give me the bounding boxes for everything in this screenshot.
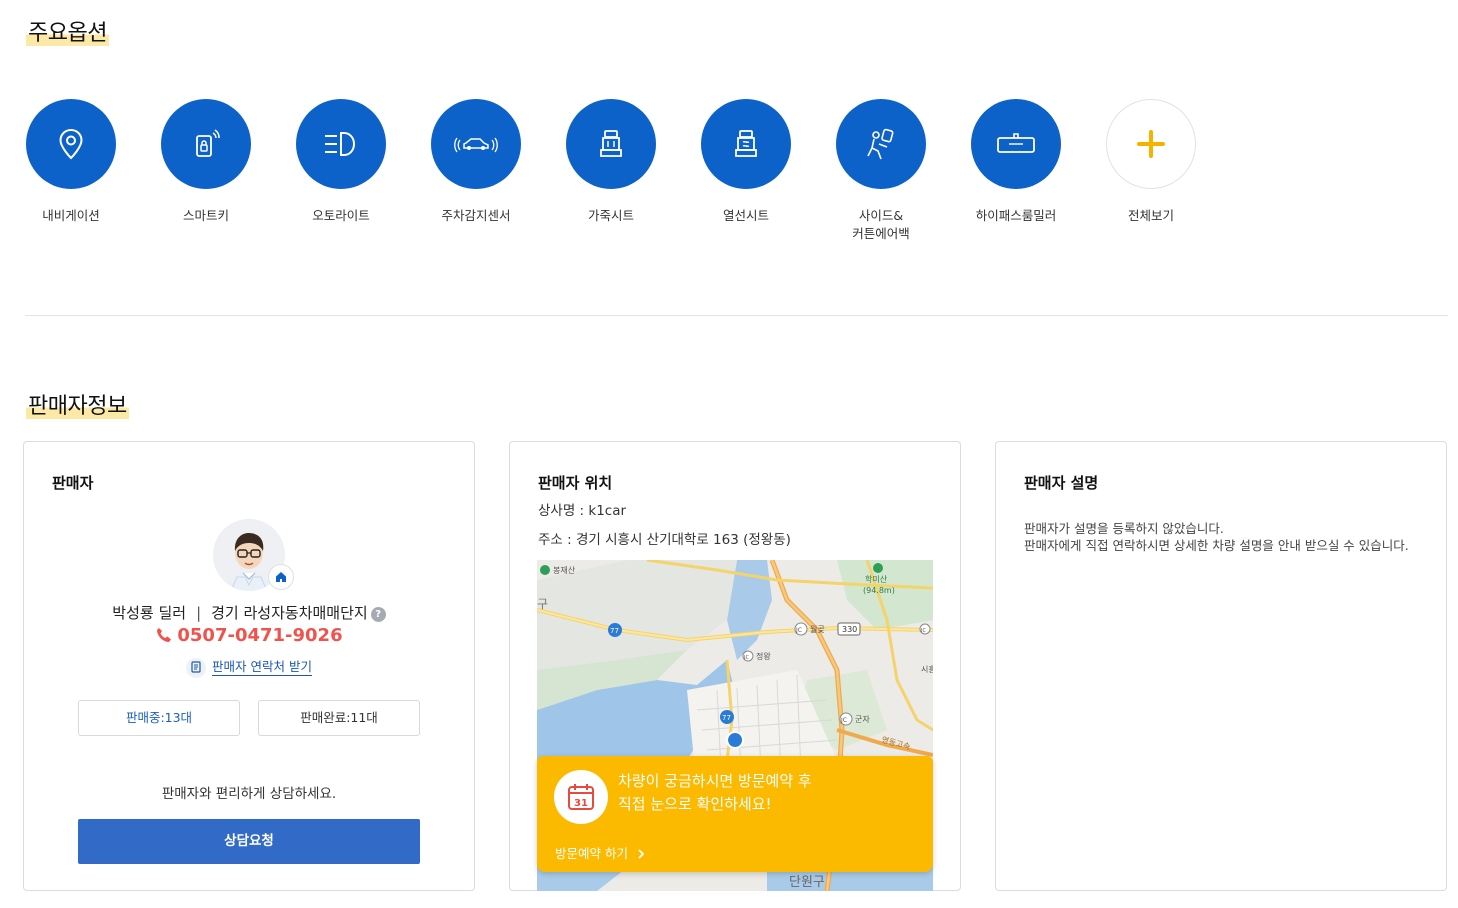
- consult-text: 판매자와 편리하게 상담하세요.: [161, 786, 337, 802]
- option-hipass-mirror[interactable]: 하이패스룸밀러: [971, 99, 1061, 243]
- option-smart-key[interactable]: 스마트키: [161, 99, 251, 243]
- seller-name: 박성룡 딜러: [112, 604, 187, 622]
- visit-banner-line1: 차량이 궁금하시면 방문예약 후: [618, 772, 812, 790]
- visit-banner-text: 차량이 궁금하시면 방문예약 후 직접 눈으로 확인하세요!: [618, 770, 812, 816]
- seller-name-line: 박성룡 딜러 | 경기 라성자동차매매단지?: [24, 602, 474, 623]
- options-list: 내비게이션 스마트키 오토라이트 주차감지센서 가죽시트 열선시트 사이드& 커…: [26, 99, 1241, 243]
- map-label-jeongwang: 정왕: [756, 651, 771, 661]
- contact-link-label: 판매자 연락처 받기: [212, 659, 312, 676]
- section-divider: [25, 315, 1448, 316]
- seller-complex: 경기 라성자동차매매단지: [211, 604, 368, 622]
- option-label: 오토라이트: [312, 208, 370, 223]
- heated-seat-icon: [701, 99, 791, 189]
- location-card: 판매자 위치 상사명 : k1car 주소 : 경기 시흥시 산기대학로 163…: [509, 441, 961, 891]
- airbag-icon: [836, 99, 926, 189]
- map-label-road77a: 77: [610, 627, 619, 635]
- description-line2: 판매자에게 직접 연락하시면 상세한 차량 설명을 안내 받으실 수 있습니다.: [1024, 538, 1409, 553]
- option-label: 스마트키: [182, 208, 229, 223]
- sold-count-button[interactable]: 판매완료:11대: [258, 700, 420, 736]
- chevron-right-icon: [638, 849, 645, 859]
- leather-seat-icon: [566, 99, 656, 189]
- dealer-name: 상사명 : k1car: [538, 503, 627, 519]
- option-heated-seat[interactable]: 열선시트: [701, 99, 791, 243]
- plus-icon: [1106, 99, 1196, 189]
- option-label: 전체보기: [1127, 208, 1174, 223]
- hipass-mirror-icon: [971, 99, 1061, 189]
- svg-text:JC: JC: [840, 717, 847, 724]
- seller-card-title: 판매자: [52, 474, 94, 492]
- visit-banner-line2: 직접 눈으로 확인하세요!: [618, 795, 772, 813]
- option-label: 사이드& 커튼에어백: [852, 208, 910, 241]
- map-label-bongjaesan: 봉재산: [553, 565, 576, 575]
- description-text: 판매자가 설명을 등록하지 않았습니다. 판매자에게 직접 연락하시면 상세한 …: [1024, 520, 1409, 554]
- map-label-ic: IC: [921, 628, 926, 634]
- seller-description-card: 판매자 설명 판매자가 설명을 등록하지 않았습니다. 판매자에게 직접 연락하…: [995, 441, 1447, 891]
- description-line1: 판매자가 설명을 등록하지 않았습니다.: [1024, 521, 1224, 536]
- option-leather-seat[interactable]: 가죽시트: [566, 99, 656, 243]
- option-parking-sensor[interactable]: 주차감지센서: [431, 99, 521, 243]
- document-icon: [186, 657, 207, 678]
- smart-key-icon: [161, 99, 251, 189]
- help-icon[interactable]: ?: [370, 607, 386, 622]
- description-card-title: 판매자 설명: [1024, 474, 1099, 492]
- options-section-title: 주요옵션: [26, 21, 109, 46]
- seller-separator: |: [196, 604, 202, 622]
- navigation-pin-icon: [26, 99, 116, 189]
- phone-number: 0507-0471-9026: [177, 625, 343, 646]
- svg-text:IC: IC: [744, 655, 749, 661]
- option-label: 하이패스룸밀러: [975, 208, 1057, 223]
- auto-light-icon: [296, 99, 386, 189]
- map-label-hakmisan: 학미산: [865, 574, 888, 584]
- phone-icon: [157, 628, 172, 642]
- seller-card: 판매자 박성룡 딜러 | 경기 라성자동차매매단지? 0507-0471-9026 …: [23, 441, 475, 891]
- visit-link-label: 방문예약 하기: [555, 846, 628, 861]
- map-label-si: 시흥: [921, 664, 933, 674]
- map-label-wolgot: 월곶: [810, 624, 825, 634]
- seller-phone[interactable]: 0507-0471-9026: [24, 625, 474, 646]
- parking-sensor-icon: [431, 99, 521, 189]
- map-label-gu: 구: [537, 597, 548, 611]
- option-label: 열선시트: [722, 208, 769, 223]
- option-navigation[interactable]: 내비게이션: [26, 99, 116, 243]
- option-auto-light[interactable]: 오토라이트: [296, 99, 386, 243]
- location-card-title: 판매자 위치: [538, 474, 613, 492]
- option-label: 내비게이션: [42, 208, 100, 223]
- seller-section-title: 판매자정보: [26, 394, 129, 419]
- svg-text:JC: JC: [795, 627, 802, 634]
- option-label: 가죽시트: [587, 208, 634, 223]
- home-icon: [268, 564, 294, 590]
- calendar-icon: 31: [554, 770, 608, 824]
- contact-link[interactable]: 판매자 연락처 받기: [24, 656, 474, 678]
- map-label-road330: 330: [842, 625, 857, 634]
- selling-count-button[interactable]: 판매중:13대: [78, 700, 240, 736]
- dealer-address: 주소 : 경기 시흥시 산기대학로 163 (정왕동): [538, 532, 791, 548]
- option-airbag[interactable]: 사이드& 커튼에어백: [836, 99, 926, 243]
- option-view-all[interactable]: 전체보기: [1106, 99, 1196, 243]
- calendar-day: 31: [574, 798, 588, 809]
- visit-reservation-link[interactable]: 방문예약 하기: [555, 843, 646, 862]
- consult-request-button[interactable]: 상담요청: [78, 819, 420, 864]
- option-label: 주차감지센서: [441, 208, 511, 223]
- map-label-hakmisan-height: (94.8m): [863, 586, 895, 595]
- map-label-gunja: 군자: [855, 715, 870, 724]
- visit-reservation-banner: 31 차량이 궁금하시면 방문예약 후 직접 눈으로 확인하세요! 방문예약 하…: [537, 756, 933, 872]
- map-label-road77b: 77: [722, 714, 731, 722]
- map-label-danwongu: 단원구: [789, 875, 825, 890]
